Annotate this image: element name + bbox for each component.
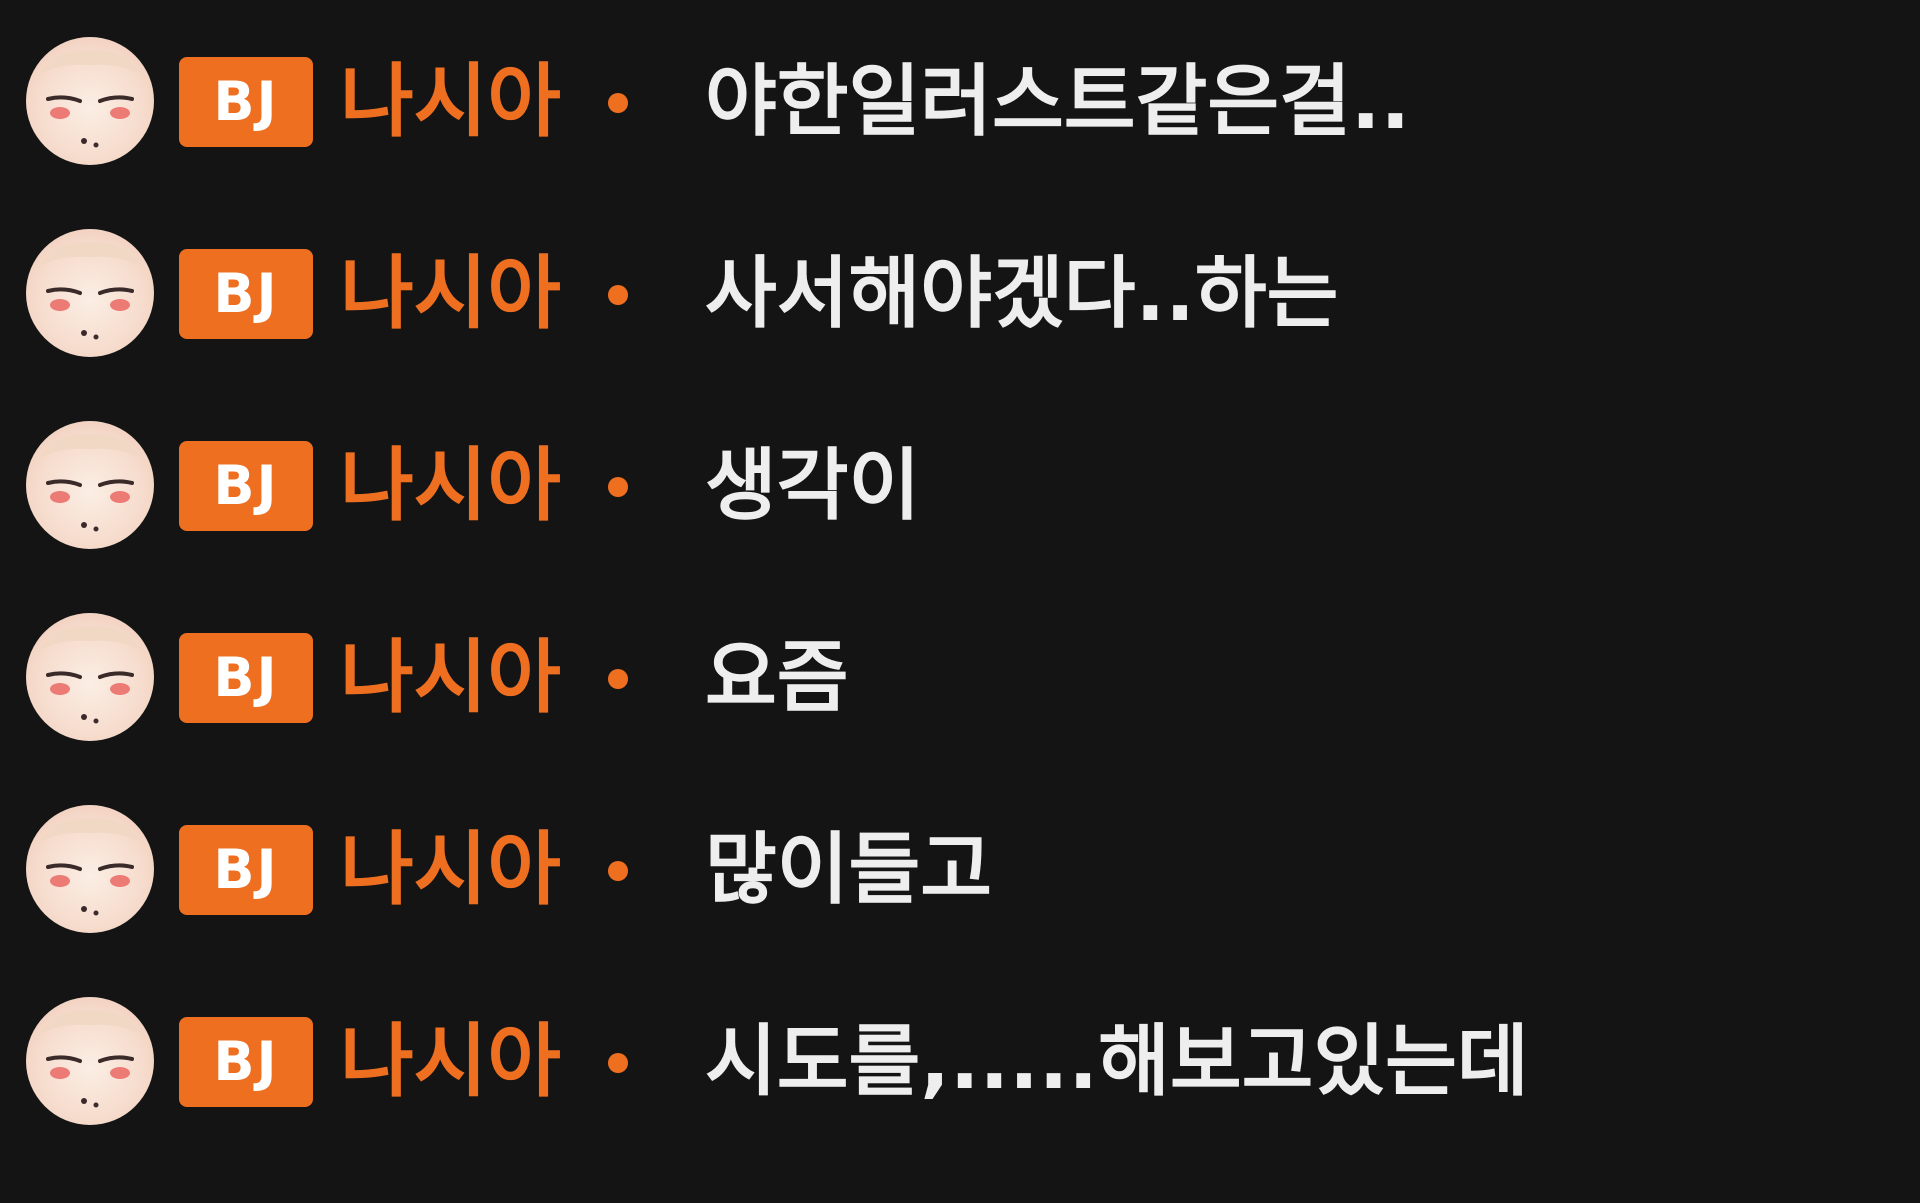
message-text: 요즘 bbox=[705, 633, 849, 723]
user-avatar-icon[interactable] bbox=[26, 37, 154, 165]
bj-badge: BJ bbox=[179, 249, 313, 339]
chat-list: BJ 나시아 야한일러스트같은걸.. BJ 나시아 사서해야겠다..하는 BJ … bbox=[0, 0, 1920, 1203]
message-text: 많이들고 bbox=[705, 825, 993, 915]
message-text: 야한일러스트같은걸.. bbox=[705, 57, 1411, 147]
bj-badge: BJ bbox=[179, 825, 313, 915]
chat-message: BJ 나시아 사서해야겠다..하는 bbox=[0, 225, 1920, 365]
nickname[interactable]: 나시아 bbox=[340, 815, 561, 925]
user-avatar-icon[interactable] bbox=[26, 229, 154, 357]
separator-dot-icon bbox=[608, 669, 628, 689]
nickname[interactable]: 나시아 bbox=[340, 1007, 561, 1117]
bj-badge: BJ bbox=[179, 441, 313, 531]
chat-message: BJ 나시아 많이들고 bbox=[0, 801, 1920, 941]
user-avatar-icon[interactable] bbox=[26, 805, 154, 933]
chat-message: BJ 나시아 생각이 bbox=[0, 417, 1920, 557]
nickname[interactable]: 나시아 bbox=[340, 431, 561, 541]
message-text: 사서해야겠다..하는 bbox=[705, 249, 1339, 339]
separator-dot-icon bbox=[608, 285, 628, 305]
nickname[interactable]: 나시아 bbox=[340, 239, 561, 349]
chat-message: BJ 나시아 야한일러스트같은걸.. bbox=[0, 33, 1920, 173]
user-avatar-icon[interactable] bbox=[26, 613, 154, 741]
user-avatar-icon[interactable] bbox=[26, 997, 154, 1125]
bj-badge: BJ bbox=[179, 633, 313, 723]
bj-badge: BJ bbox=[179, 1017, 313, 1107]
nickname[interactable]: 나시아 bbox=[340, 623, 561, 733]
nickname[interactable]: 나시아 bbox=[340, 47, 561, 157]
separator-dot-icon bbox=[608, 477, 628, 497]
bj-badge: BJ bbox=[179, 57, 313, 147]
chat-message: BJ 나시아 시도를,.....해보고있는데 bbox=[0, 993, 1920, 1133]
message-text: 생각이 bbox=[705, 441, 921, 531]
separator-dot-icon bbox=[608, 93, 628, 113]
user-avatar-icon[interactable] bbox=[26, 421, 154, 549]
chat-message: BJ 나시아 요즘 bbox=[0, 609, 1920, 749]
message-text: 시도를,.....해보고있는데 bbox=[705, 1017, 1529, 1107]
separator-dot-icon bbox=[608, 1053, 628, 1073]
separator-dot-icon bbox=[608, 861, 628, 881]
